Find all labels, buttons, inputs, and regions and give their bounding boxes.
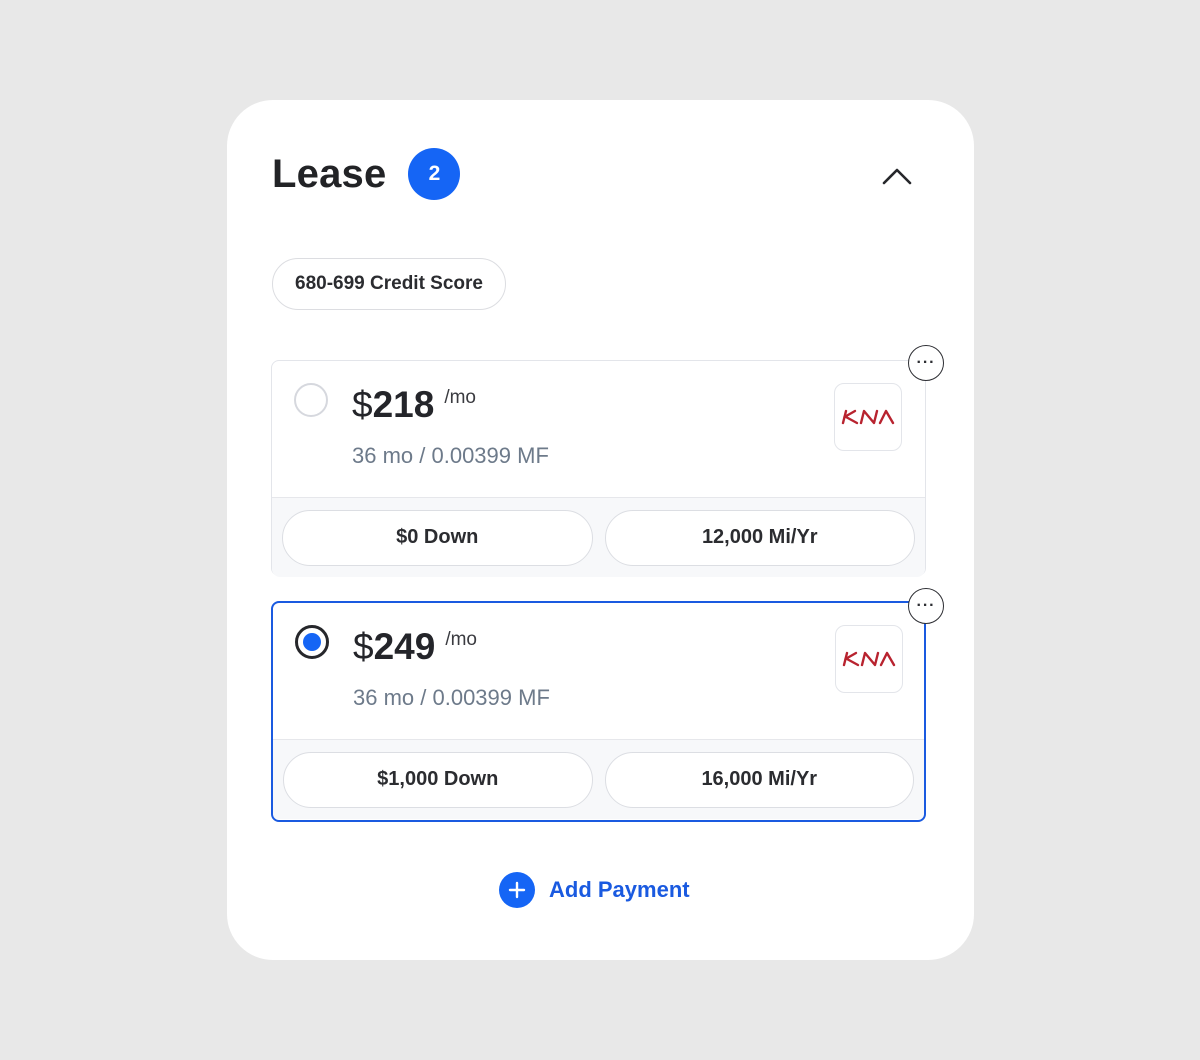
price-period: /mo (445, 629, 477, 650)
chevron-up-icon (882, 168, 912, 185)
monthly-price: $ 218 /mo (352, 383, 476, 427)
plus-icon (499, 872, 535, 908)
kia-logo-icon (841, 409, 895, 425)
more-horizontal-icon: ··· (916, 354, 936, 371)
price-amount: 249 (373, 626, 436, 667)
price-currency: $ (353, 626, 374, 667)
price-period: /mo (444, 387, 476, 408)
down-payment-button[interactable]: $1,000 Down (283, 751, 593, 808)
option-radio[interactable] (294, 383, 328, 417)
add-payment-label: Add Payment (549, 877, 690, 902)
collapse-button[interactable] (873, 156, 921, 196)
credit-score-chip[interactable]: 680-699 Credit Score (272, 258, 506, 310)
option-details: $0 Down 12,000 Mi/Yr (272, 498, 925, 577)
mileage-button[interactable]: 16,000 Mi/Yr (604, 751, 914, 808)
add-payment-button[interactable]: Add Payment (499, 872, 690, 908)
price-currency: $ (352, 384, 373, 425)
more-horizontal-icon: ··· (916, 597, 936, 614)
lease-card: Lease 2 680-699 Credit Score $ 218 /mo 3… (227, 100, 974, 960)
kia-logo-icon (842, 651, 896, 667)
section-title: Lease (272, 151, 387, 196)
radio-dot (303, 633, 321, 651)
brand-logo (834, 383, 902, 451)
option-radio-selected[interactable] (295, 625, 329, 659)
option-2-more-button[interactable]: ··· (908, 588, 944, 624)
option-details: $1,000 Down 16,000 Mi/Yr (273, 740, 924, 819)
brand-logo (835, 625, 903, 693)
mileage-button[interactable]: 12,000 Mi/Yr (604, 509, 915, 566)
option-summary: $ 249 /mo 36 mo / 0.00399 MF (273, 603, 924, 740)
monthly-price: $ 249 /mo (353, 625, 477, 669)
down-payment-button[interactable]: $0 Down (282, 509, 593, 566)
option-summary: $ 218 /mo 36 mo / 0.00399 MF (272, 361, 925, 498)
lease-option-2[interactable]: $ 249 /mo 36 mo / 0.00399 MF $1,000 Down… (271, 601, 926, 822)
price-amount: 218 (372, 384, 435, 425)
lease-terms: 36 mo / 0.00399 MF (352, 443, 549, 468)
lease-option-1[interactable]: $ 218 /mo 36 mo / 0.00399 MF $0 Down 12,… (271, 360, 926, 577)
section-header: Lease 2 (272, 148, 461, 200)
option-1-more-button[interactable]: ··· (908, 345, 944, 381)
count-badge: 2 (408, 148, 461, 200)
lease-terms: 36 mo / 0.00399 MF (353, 685, 550, 710)
